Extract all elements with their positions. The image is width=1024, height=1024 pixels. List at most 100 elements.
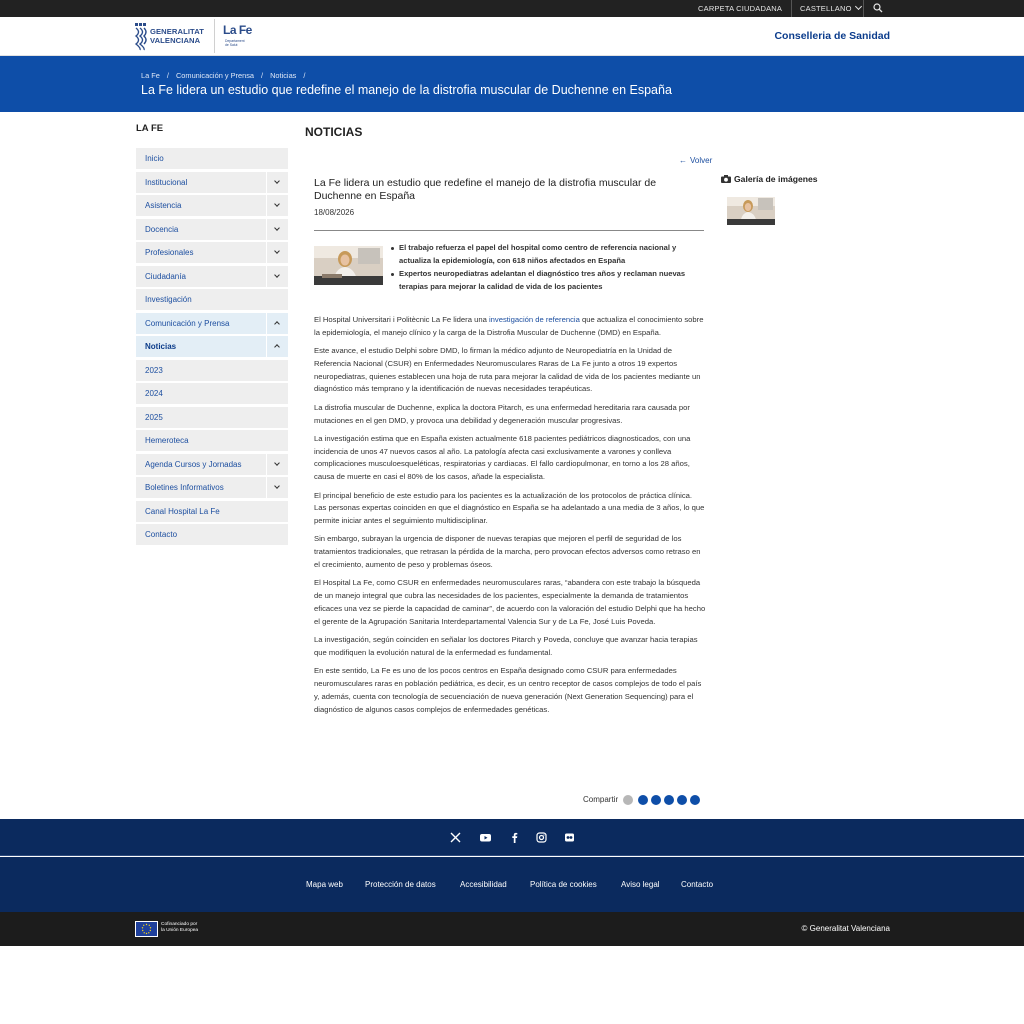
sidebar-item-label: Noticias <box>145 342 177 351</box>
article-date: 18/08/2026 <box>314 208 355 217</box>
conselleria-link[interactable]: Conselleria de Sanidad <box>774 30 890 42</box>
sidebar-item-label: Canal Hospital La Fe <box>145 506 220 516</box>
gallery-title: Galería de imágenes <box>721 174 818 184</box>
sidebar-item-hemeroteca[interactable]: Hemeroteca <box>136 430 288 451</box>
divider <box>863 0 864 17</box>
chevron-down-icon[interactable] <box>266 171 288 193</box>
x-icon[interactable] <box>638 795 648 805</box>
footer-link-contacto[interactable]: Contacto <box>681 880 713 889</box>
paragraph: La distrofia muscular de Duchenne, expli… <box>314 402 690 425</box>
chevron-down-icon[interactable] <box>266 242 288 263</box>
sidebar-item-institucional[interactable]: Institucional <box>136 171 288 193</box>
breadcrumb-item[interactable]: Noticias <box>270 71 296 80</box>
sidebar-item-investigacion[interactable]: Investigación <box>136 289 288 310</box>
sidebar-list: Inicio Institucional Asistencia Docencia Pro… <box>136 148 288 545</box>
breadcrumb-item[interactable]: La Fe <box>141 71 160 80</box>
sidebar-item-label: Contacto <box>145 530 178 539</box>
sidebar-item-comunicacion-y-prensa[interactable]: Comunicación y Prensa <box>136 312 288 334</box>
sidebar-item-label: Inicio <box>145 154 164 163</box>
gallery-title-label: Galería de imágenes <box>734 174 818 184</box>
youtube-icon[interactable] <box>480 832 491 843</box>
sidebar-item-label: Profesionales <box>145 248 194 257</box>
top-bar: CARPETA CIUDADANA CASTELLANO <box>0 0 1024 17</box>
linkedin-icon[interactable] <box>651 795 661 805</box>
article-image[interactable] <box>314 246 383 285</box>
camera-icon <box>721 175 731 183</box>
footer-links: Mapa web Protección de datos Accesibilid… <box>0 857 1024 912</box>
footer-social-bar <box>0 819 1024 856</box>
breadcrumb-item[interactable]: Comunicación y Prensa <box>176 71 254 80</box>
chevron-down-icon[interactable] <box>266 477 288 498</box>
chevron-up-icon[interactable] <box>266 312 288 334</box>
sidebar-item-label: Docencia <box>145 224 179 234</box>
paragraph: La investigación, según coinciden en señ… <box>314 635 698 657</box>
sidebar-item-label: Hemeroteca <box>145 436 189 445</box>
sidebar-item-2023[interactable]: 2023 <box>136 359 288 381</box>
language-label: CASTELLANO <box>800 4 852 13</box>
eu-cofinanced-label: Cofinanciado por la Unión Europea <box>161 922 199 933</box>
language-selector[interactable]: CASTELLANO <box>800 0 862 17</box>
back-link[interactable]: ← Volver <box>679 156 712 165</box>
sidebar-item-docencia[interactable]: Docencia <box>136 218 288 240</box>
sidebar-item-noticias[interactable]: Noticias <box>136 336 288 357</box>
flickr-icon[interactable] <box>564 832 575 843</box>
la-fe-logo[interactable]: La Fe Departament de Salut <box>214 19 254 53</box>
list-item: Expertos neuropediatras adelantan el dia… <box>390 268 705 294</box>
sidebar-item-contacto[interactable]: Contacto <box>136 524 288 545</box>
whatsapp-icon[interactable] <box>690 795 700 805</box>
chevron-down-icon[interactable] <box>266 218 288 240</box>
sidebar-nav: LA FE Inicio Institucional Asistencia Docen… <box>136 123 288 548</box>
sidebar-item-inicio[interactable]: Inicio <box>136 148 288 169</box>
footer-link-proteccion-datos[interactable]: Protección de datos <box>365 880 436 889</box>
footer-link-accesibilidad[interactable]: Accesibilidad <box>460 880 507 889</box>
footer-link-aviso-legal[interactable]: Aviso legal <box>621 880 660 889</box>
share-icon[interactable] <box>623 795 633 805</box>
chevron-up-icon[interactable] <box>266 336 288 357</box>
breadcrumb-separator: / <box>261 71 264 80</box>
list-item: El trabajo refuerza el papel del hospita… <box>390 242 705 268</box>
sidebar-item-label: Investigación <box>145 295 192 304</box>
footer-link-cookies[interactable]: Política de cookies <box>530 880 597 889</box>
sidebar-item-label: Institucional <box>145 177 188 187</box>
footer-bottom: Cofinanciado por la Unión Europea © Gene… <box>0 912 1024 946</box>
facebook-icon[interactable] <box>509 832 520 843</box>
gva-wordmark: GENERALITAT VALENCIANA <box>150 27 204 45</box>
la-fe-subtitle: Departament de Salut <box>225 39 245 47</box>
paragraph: En este sentido, La Fe es uno de los poc… <box>314 666 702 714</box>
footer-link-mapa-web[interactable]: Mapa web <box>306 880 343 889</box>
carpeta-ciudadana-link[interactable]: CARPETA CIUDADANA <box>698 0 782 17</box>
chevron-down-icon[interactable] <box>266 453 288 475</box>
gallery-thumbnail[interactable] <box>727 197 775 225</box>
x-icon[interactable] <box>450 832 461 843</box>
paragraph: El principal beneficio de este estudio p… <box>314 490 705 526</box>
sidebar-item-2024[interactable]: 2024 <box>136 383 288 404</box>
section-title: NOTICIAS <box>305 125 363 139</box>
sidebar-item-agenda-cursos-y-jornadas[interactable]: Agenda Cursos y Jornadas <box>136 453 288 475</box>
sidebar-item-boletines-informativos[interactable]: Boletines Informativos <box>136 477 288 498</box>
sidebar-item-asistencia[interactable]: Asistencia <box>136 195 288 216</box>
generalitat-logo[interactable]: GENERALITAT VALENCIANA <box>134 21 206 51</box>
site-header: GENERALITAT VALENCIANA La Fe Departament… <box>0 17 1024 56</box>
copyright: © Generalitat Valenciana <box>801 924 890 933</box>
chevron-down-icon[interactable] <box>266 265 288 287</box>
sidebar-item-canal-hospital-la-fe[interactable]: Canal Hospital La Fe <box>136 500 288 522</box>
instagram-icon[interactable] <box>536 832 547 843</box>
breadcrumb: La Fe / Comunicación y Prensa / Noticias / <box>141 71 312 80</box>
article-highlights: El trabajo refuerza el papel del hospita… <box>390 242 705 294</box>
sidebar-item-label: Agenda Cursos y Jornadas <box>145 459 242 469</box>
sidebar-title: LA FE <box>136 123 164 134</box>
search-icon[interactable] <box>873 3 883 13</box>
article-body: El Hospital Universitari i Politècnic La… <box>314 314 706 722</box>
sidebar-item-label: Ciudadanía <box>145 271 186 281</box>
email-icon[interactable] <box>677 795 687 805</box>
chevron-down-icon <box>854 2 862 11</box>
gva-emblem-icon <box>134 23 147 51</box>
arrow-left-icon: ← <box>679 156 687 165</box>
chevron-down-icon[interactable] <box>266 195 288 216</box>
sidebar-item-ciudadania[interactable]: Ciudadanía <box>136 265 288 287</box>
sidebar-item-2025[interactable]: 2025 <box>136 406 288 428</box>
facebook-icon[interactable] <box>664 795 674 805</box>
research-link[interactable]: investigación de referencia <box>489 315 580 324</box>
sidebar-item-profesionales[interactable]: Profesionales <box>136 242 288 263</box>
sidebar-item-label: 2023 <box>145 365 163 375</box>
